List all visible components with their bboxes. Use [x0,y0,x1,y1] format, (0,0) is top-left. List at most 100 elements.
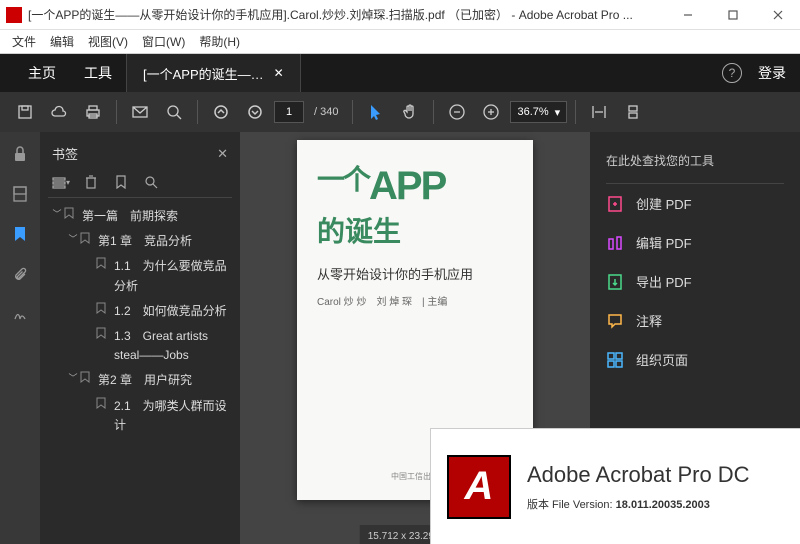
bookmark-label: 1.2 如何做竞品分析 [114,302,232,321]
bookmark-icon [96,257,110,269]
comment-icon [606,312,624,330]
page-authors: Carol 炒 炒 刘 焯 琛 | 主编 [317,293,513,308]
bookmark-icon [96,302,110,314]
export-icon [606,273,624,291]
print-icon[interactable] [78,97,108,127]
page-total-label: / 340 [314,106,338,118]
chevron-down-icon[interactable]: ﹀ [66,232,80,246]
bookmark-label: 1.3 Great artists steal——Jobs [114,327,232,365]
fit-width-icon[interactable] [584,97,614,127]
menu-view[interactable]: 视图(V) [88,33,128,50]
about-version: 版本 File Version: 18.011.20035.2003 [527,496,784,512]
tab-document[interactable]: [一个APP的诞生—… ✕ [126,54,301,92]
tool-item-organize[interactable]: 组织页面 [606,340,784,379]
zoom-out-icon[interactable] [442,97,472,127]
signatures-icon[interactable] [8,302,32,326]
menu-bar: 文件 编辑 视图(V) 窗口(W) 帮助(H) [0,30,800,54]
toolbar: / 340 36.7% ▾ [0,92,800,132]
help-icon[interactable]: ? [722,63,742,83]
page-subtitle: 从零开始设计你的手机应用 [317,264,513,283]
tool-item-create[interactable]: 创建 PDF [606,184,784,223]
panel-close-icon[interactable]: ✕ [217,146,228,162]
zoom-dropdown[interactable]: 36.7% ▾ [510,101,567,123]
thumbnails-icon[interactable] [8,182,32,206]
minimize-button[interactable] [665,0,710,30]
tab-home[interactable]: 主页 [14,63,70,83]
bookmark-find-icon[interactable] [140,171,162,193]
bookmark-icon [96,397,110,409]
chevron-down-icon[interactable]: ﹀ [66,371,80,385]
tool-label: 注释 [636,311,662,330]
maximize-button[interactable] [710,0,755,30]
lock-icon[interactable] [8,142,32,166]
bookmark-label: 2.1 为哪类人群而设计 [114,397,232,435]
close-button[interactable] [755,0,800,30]
hand-icon[interactable] [395,97,425,127]
save-icon[interactable] [10,97,40,127]
bookmark-item[interactable]: ﹀ 第1 章 竞品分析 [48,229,232,254]
bookmark-icon [64,207,78,219]
organize-icon [606,351,624,369]
bookmark-label: 第2 章 用户研究 [98,371,232,390]
bookmark-label: 第一篇 前期探索 [82,207,232,226]
chevron-down-icon: ▾ [555,106,561,119]
menu-edit[interactable]: 编辑 [50,33,74,50]
bookmark-icon [80,232,94,244]
bookmark-icon [80,371,94,383]
tab-bar: 主页 工具 [一个APP的诞生—… ✕ ? 登录 [0,54,800,92]
page-number-input[interactable] [274,101,304,123]
tool-label: 导出 PDF [636,272,692,291]
bookmarks-tree: ﹀第一篇 前期探索﹀第1 章 竞品分析1.1 为什么要做竞品分析1.2 如何做竞… [48,204,232,438]
mail-icon[interactable] [125,97,155,127]
window-titlebar: [一个APP的诞生——从零开始设计你的手机应用].Carol.炒炒.刘焯琛.扫描… [0,0,800,30]
menu-file[interactable]: 文件 [12,33,36,50]
bookmark-options-icon[interactable]: ▾ [50,171,72,193]
tools-search-placeholder[interactable]: 在此处查找您的工具 [606,146,784,184]
about-dialog: A Adobe Acrobat Pro DC 版本 File Version: … [430,428,800,544]
bookmark-item[interactable]: 1.3 Great artists steal——Jobs [48,324,232,368]
bookmarks-icon[interactable] [8,222,32,246]
tool-item-edit[interactable]: 编辑 PDF [606,223,784,262]
bookmark-icon [96,327,110,339]
bookmark-label: 第1 章 竞品分析 [98,232,232,251]
bookmark-item[interactable]: 1.1 为什么要做竞品分析 [48,254,232,298]
edit-icon [606,234,624,252]
tab-document-label: [一个APP的诞生—… [143,64,264,83]
bookmark-delete-icon[interactable] [80,171,102,193]
bookmark-item[interactable]: 2.1 为哪类人群而设计 [48,394,232,438]
login-button[interactable]: 登录 [758,63,786,83]
about-title: Adobe Acrobat Pro DC [527,462,784,488]
bookmarks-panel: 书签 ✕ ▾ ﹀第一篇 前期探索﹀第1 章 竞品分析1.1 为什么要做竞品分析1… [40,132,240,544]
scroll-mode-icon[interactable] [618,97,648,127]
page-down-icon[interactable] [240,97,270,127]
page-up-icon[interactable] [206,97,236,127]
tool-label: 组织页面 [636,350,688,369]
zoom-value: 36.7% [517,106,548,118]
bookmark-label: 1.1 为什么要做竞品分析 [114,257,232,295]
search-icon[interactable] [159,97,189,127]
acrobat-logo: A [447,455,511,519]
tool-item-comment[interactable]: 注释 [606,301,784,340]
bookmark-item[interactable]: ﹀ 第一篇 前期探索 [48,204,232,229]
tool-item-export[interactable]: 导出 PDF [606,262,784,301]
nav-rail [0,132,40,544]
attachments-icon[interactable] [8,262,32,286]
bookmark-item[interactable]: ﹀ 第2 章 用户研究 [48,368,232,393]
bookmark-item[interactable]: 1.2 如何做竞品分析 [48,299,232,324]
zoom-in-icon[interactable] [476,97,506,127]
bookmarks-title: 书签 [52,144,78,163]
bookmark-new-icon[interactable] [110,171,132,193]
create-icon [606,195,624,213]
pointer-icon[interactable] [361,97,391,127]
app-icon [6,7,22,23]
chevron-down-icon[interactable]: ﹀ [50,207,64,221]
tool-label: 编辑 PDF [636,233,692,252]
tab-tools[interactable]: 工具 [70,63,126,83]
page-title-line2: 的诞生 [317,210,513,250]
tab-close-icon[interactable]: ✕ [274,66,284,80]
menu-window[interactable]: 窗口(W) [142,33,185,50]
cloud-icon[interactable] [44,97,74,127]
window-title: [一个APP的诞生——从零开始设计你的手机应用].Carol.炒炒.刘焯琛.扫描… [28,6,665,23]
menu-help[interactable]: 帮助(H) [199,33,240,50]
tool-label: 创建 PDF [636,194,692,213]
